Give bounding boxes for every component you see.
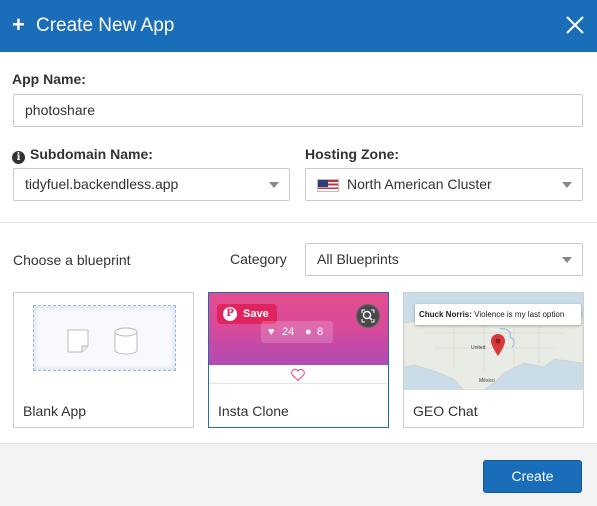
blueprint-card-insta-clone[interactable]: P Save ♥ 24 ● 8 Insta Clone — [208, 292, 389, 428]
hosting-zone-select[interactable]: North American Cluster — [305, 168, 583, 201]
post-divider — [209, 383, 388, 384]
map-label-united: United — [471, 345, 486, 351]
hosting-zone-label: Hosting Zone: — [305, 146, 400, 162]
category-select[interactable]: All Blueprints — [305, 243, 583, 276]
app-name-value: photoshare — [25, 102, 96, 118]
app-name-label: App Name: — [12, 71, 86, 87]
insta-clone-label: Insta Clone — [218, 403, 289, 419]
blank-app-thumbnail — [14, 293, 193, 390]
database-icon — [114, 327, 138, 355]
subdomain-label-text: Subdomain Name: — [30, 146, 153, 162]
dialog-header: + Create New App — [0, 0, 597, 52]
choose-blueprint-label: Choose a blueprint — [13, 252, 131, 268]
close-icon[interactable] — [565, 15, 585, 35]
map-tooltip: Chuck Norris: Violence is my last option — [415, 304, 581, 325]
map-tooltip-text: Violence is my last option — [474, 310, 565, 319]
dialog-footer: Create — [0, 443, 597, 506]
blueprint-card-blank-app[interactable]: Blank App — [13, 292, 194, 428]
insta-clone-thumbnail: P Save ♥ 24 ● 8 — [209, 293, 388, 390]
note-icon — [67, 329, 89, 353]
info-icon[interactable]: i — [12, 151, 25, 164]
likes-count: 24 — [282, 326, 295, 338]
subdomain-select[interactable]: tidyfuel.backendless.app — [13, 168, 290, 201]
chevron-down-icon — [562, 257, 572, 263]
post-stats: ♥ 24 ● 8 — [261, 321, 333, 343]
chevron-down-icon — [562, 182, 572, 188]
post-footer — [209, 365, 388, 390]
visual-search-icon — [356, 304, 380, 328]
dialog-title: Create New App — [36, 15, 175, 36]
blank-app-label: Blank App — [23, 403, 87, 419]
user-icon: ● — [305, 326, 312, 338]
plus-icon: + — [12, 12, 25, 37]
category-label: Category — [230, 251, 287, 267]
geo-chat-label: GEO Chat — [413, 403, 478, 419]
blueprint-card-geo-chat[interactable]: Chuck Norris: Violence is my last option… — [403, 292, 584, 428]
followers-count: 8 — [317, 326, 324, 338]
heart-outline-icon — [291, 368, 305, 382]
map-tooltip-name: Chuck Norris: — [419, 310, 472, 319]
map-label-mexico: México — [479, 378, 495, 384]
category-value: All Blueprints — [317, 251, 399, 267]
heart-icon: ♥ — [268, 326, 275, 338]
pinterest-save-label: Save — [243, 308, 269, 320]
blank-canvas — [33, 305, 176, 371]
hosting-zone-value: North American Cluster — [347, 176, 492, 192]
subdomain-label: i Subdomain Name: — [12, 145, 153, 164]
map-marker-icon — [491, 334, 505, 356]
subdomain-value: tidyfuel.backendless.app — [25, 176, 179, 192]
pinterest-icon: P — [223, 307, 237, 321]
geo-chat-thumbnail: Chuck Norris: Violence is my last option… — [404, 293, 583, 390]
app-name-input[interactable]: photoshare — [13, 94, 583, 127]
section-divider — [0, 222, 597, 223]
us-flag-icon — [317, 179, 339, 192]
create-button[interactable]: Create — [483, 460, 582, 493]
chevron-down-icon — [269, 182, 279, 188]
